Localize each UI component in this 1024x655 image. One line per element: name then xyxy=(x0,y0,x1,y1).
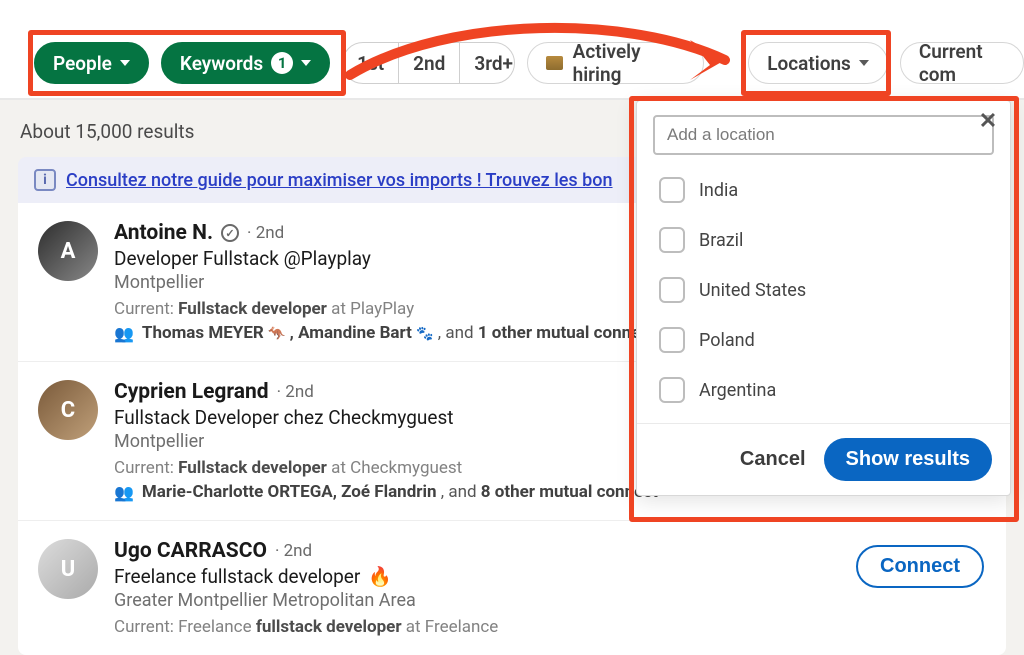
cancel-button[interactable]: Cancel xyxy=(740,438,806,481)
location-option[interactable]: United States xyxy=(637,265,1010,315)
result-degree: · 2nd xyxy=(277,382,314,402)
avatar[interactable]: U xyxy=(38,539,98,599)
keywords-count-badge: 1 xyxy=(271,52,293,74)
location-option[interactable]: Argentina xyxy=(637,365,1010,415)
result-name[interactable]: Cyprien Legrand xyxy=(114,380,269,404)
checkbox-icon[interactable] xyxy=(659,227,685,253)
avatar[interactable]: A xyxy=(38,221,98,281)
location-option-label: India xyxy=(699,180,738,201)
close-icon[interactable]: ✕ xyxy=(974,107,1002,135)
verified-icon: ✓ xyxy=(221,224,239,242)
connect-button[interactable]: Connect xyxy=(856,545,984,588)
location-option[interactable]: India xyxy=(637,165,1010,215)
info-banner-link[interactable]: Consultez notre guide pour maximiser vos… xyxy=(66,170,613,191)
connection-2nd[interactable]: 2nd xyxy=(398,43,459,83)
connection-1st[interactable]: 1st xyxy=(343,43,398,83)
locations-dropdown: ✕ India Brazil United States Poland Arge… xyxy=(636,100,1011,496)
current-company-label: Current com xyxy=(919,40,1017,86)
result-degree: · 2nd xyxy=(275,541,312,561)
filter-bar: People Keywords 1 1st 2nd 3rd+ Actively … xyxy=(0,0,1024,100)
checkbox-icon[interactable] xyxy=(659,177,685,203)
locations-actions: Cancel Show results xyxy=(637,423,1010,495)
people-icon: 👥 xyxy=(114,483,134,502)
checkbox-icon[interactable] xyxy=(659,277,685,303)
briefcase-icon xyxy=(546,56,563,70)
people-icon: 👥 xyxy=(114,324,134,343)
connection-degree-group: 1st 2nd 3rd+ xyxy=(342,42,515,84)
result-name[interactable]: Ugo CARRASCO xyxy=(114,539,267,563)
result-row: U Ugo CARRASCO · 2nd Freelance fullstack… xyxy=(18,520,1006,655)
people-filter-pill[interactable]: People xyxy=(34,42,149,84)
location-option[interactable]: Poland xyxy=(637,315,1010,365)
locations-filter-label: Locations xyxy=(767,52,851,75)
location-option-label: Brazil xyxy=(699,230,743,251)
show-results-button[interactable]: Show results xyxy=(824,438,992,481)
info-icon: i xyxy=(34,169,56,191)
current-company-pill[interactable]: Current com xyxy=(900,42,1024,84)
result-current: Current: Freelance fullstack developer a… xyxy=(114,617,986,637)
result-location: Greater Montpellier Metropolitan Area xyxy=(114,590,986,611)
actively-hiring-pill[interactable]: Actively hiring xyxy=(527,42,704,84)
chevron-down-icon xyxy=(301,60,311,66)
people-filter-label: People xyxy=(53,52,112,75)
location-search-input[interactable] xyxy=(653,115,994,155)
connection-3rdplus[interactable]: 3rd+ xyxy=(459,43,515,83)
chevron-down-icon xyxy=(859,60,869,66)
avatar[interactable]: C xyxy=(38,380,98,440)
result-name[interactable]: Antoine N. xyxy=(114,221,213,245)
checkbox-icon[interactable] xyxy=(659,327,685,353)
keywords-filter-label: Keywords xyxy=(180,52,263,75)
actively-hiring-label: Actively hiring xyxy=(573,40,685,86)
keywords-filter-pill[interactable]: Keywords 1 xyxy=(161,42,330,84)
flame-icon: 🔥 xyxy=(368,565,392,588)
checkbox-icon[interactable] xyxy=(659,377,685,403)
result-degree: · 2nd xyxy=(247,223,284,243)
location-option[interactable]: Brazil xyxy=(637,215,1010,265)
location-option-label: Poland xyxy=(699,330,755,351)
locations-filter-pill[interactable]: Locations xyxy=(748,42,888,84)
location-option-label: Argentina xyxy=(699,380,776,401)
location-option-label: United States xyxy=(699,280,806,301)
chevron-down-icon xyxy=(120,60,130,66)
